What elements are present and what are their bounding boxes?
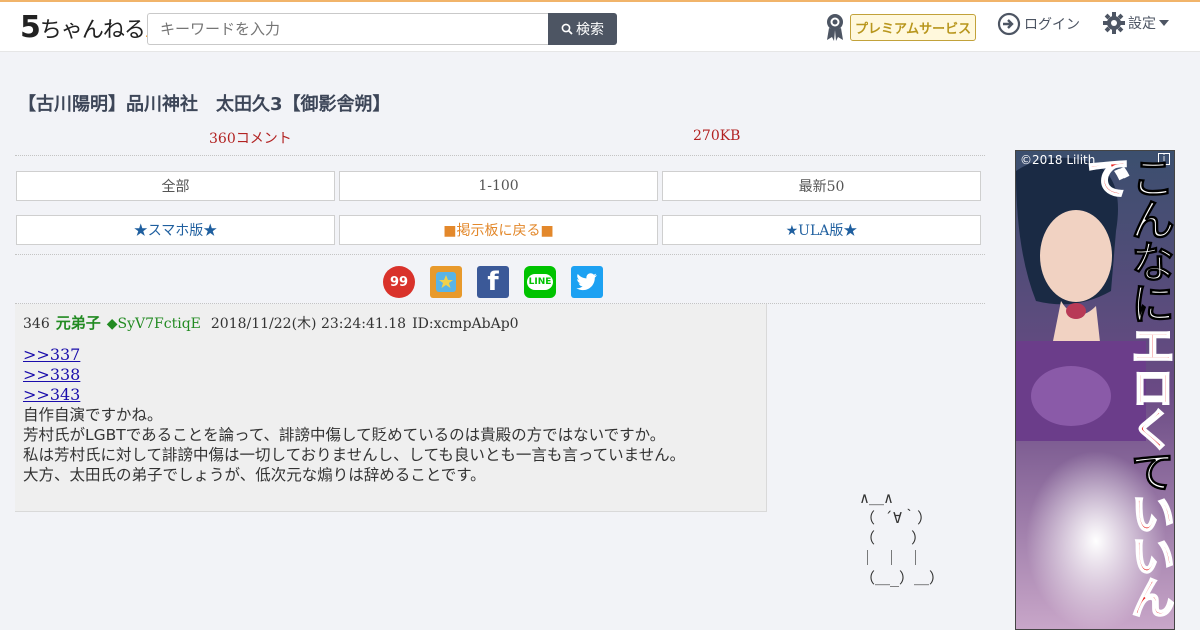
thread-title: 【古川陽明】品川神社 太田久3【御影舎朔】 xyxy=(18,94,391,115)
search-icon xyxy=(561,23,573,35)
settings-label: 設定 xyxy=(1128,16,1156,32)
bird-icon xyxy=(576,273,597,291)
premium-label: プレミアムサービス xyxy=(850,13,977,41)
ula-version-button[interactable]: ★ULA版★ xyxy=(662,215,981,245)
comment-count: 360コメント xyxy=(209,131,292,147)
post-id[interactable]: ID:xcmpAbAp0 xyxy=(412,316,519,332)
divider xyxy=(15,254,985,255)
ad-text: こんな xyxy=(1123,155,1175,282)
post-text-line: 私は芳村氏に対して誹謗中傷は一切しておりませんし、しても良いとも一言も言っていま… xyxy=(23,446,686,464)
post-number[interactable]: 346 xyxy=(23,316,50,332)
all-posts-button[interactable]: 全部 xyxy=(16,171,335,201)
thread-size: 270KB xyxy=(693,128,741,144)
post-header: 346 元弟子 ◆SyV7FctiqE 2018/11/22(木) 23:24:… xyxy=(23,312,758,333)
post-text-line: 芳村氏がLGBTであることを論って、誹謗中傷して貶めているのは貴殿の方ではないで… xyxy=(23,426,666,444)
search-button[interactable]: 検索 xyxy=(548,13,617,45)
share-bar: 99 f LINE xyxy=(383,266,603,298)
posts-1-100-button[interactable]: 1-100 xyxy=(339,171,658,201)
back-to-board-button[interactable]: ■掲示板に戻る■ xyxy=(339,215,658,245)
login-icon xyxy=(997,12,1021,36)
twitter-icon[interactable] xyxy=(571,266,603,298)
gear-icon xyxy=(1103,12,1125,34)
post-text-line: 自作自演ですかね。 xyxy=(23,406,163,424)
caret-down-icon xyxy=(1159,20,1169,26)
ad-text: て xyxy=(1123,449,1175,492)
bookmark-icon[interactable] xyxy=(430,266,462,298)
top-navbar: 5ちゃんねる. 検索 プレミアムサービス ログイン 設定 xyxy=(0,0,1200,52)
range-nav: 全部 1-100 最新50 xyxy=(16,171,982,201)
latest-50-button[interactable]: 最新50 xyxy=(662,171,981,201)
line-icon[interactable]: LINE xyxy=(524,266,556,298)
facebook-icon[interactable]: f xyxy=(477,266,509,298)
premium-service[interactable]: プレミアムサービス xyxy=(824,12,977,42)
facebook-icon-text: f xyxy=(487,267,499,297)
version-nav: ★スマホ版★ ■掲示板に戻る■ ★ULA版★ xyxy=(16,215,982,245)
login-button[interactable]: ログイン xyxy=(997,12,1080,36)
award-icon xyxy=(827,14,843,41)
5ch-icon[interactable]: 99 xyxy=(383,266,415,298)
star-icon xyxy=(436,272,456,292)
reply-link[interactable]: >>338 xyxy=(23,365,758,385)
site-logo[interactable]: 5ちゃんねる. xyxy=(20,10,149,45)
post-text-line: 大方、太田氏の弟子でしょうが、低次元な煽りは辞めることです。 xyxy=(23,466,486,484)
post-body: >>337 >>338 >>343 自作自演ですかね。 芳村氏がLGBTであるこ… xyxy=(23,345,758,485)
login-label: ログイン xyxy=(1024,17,1080,33)
post-trip: ◆SyV7FctiqE xyxy=(106,316,201,332)
reply-link[interactable]: >>343 xyxy=(23,385,758,405)
smartphone-version-button[interactable]: ★スマホ版★ xyxy=(16,215,335,245)
logo-text: ちゃんねる xyxy=(39,18,146,43)
5ch-icon-text: 99 xyxy=(389,274,409,290)
logo-five: 5 xyxy=(20,10,41,45)
search-button-label: 検索 xyxy=(576,22,604,38)
search-input[interactable] xyxy=(147,13,549,45)
ad-text: エロく xyxy=(1122,322,1174,450)
post-date: 2018/11/22(木) 23:24:41.18 xyxy=(210,316,407,332)
ad-headline: こんなにエロくていいんで xyxy=(1078,154,1174,629)
line-icon-text: LINE xyxy=(526,274,554,290)
settings-menu[interactable]: 設定 xyxy=(1103,12,1169,34)
post: 346 元弟子 ◆SyV7FctiqE 2018/11/22(木) 23:24:… xyxy=(15,304,767,512)
reply-link[interactable]: >>337 xyxy=(23,345,758,365)
advertisement-banner[interactable]: ©2018 Lilith i こんなにエロくていいんで xyxy=(1015,150,1175,630)
post-author: 元弟子 xyxy=(55,314,101,332)
ad-text: に xyxy=(1123,281,1175,324)
ascii-art-cat: ∧＿∧ （ ´∀｀） （ ） ｜ ｜ ｜ （＿_）＿） xyxy=(860,489,945,587)
thread-meta: 360コメント 270KB xyxy=(15,124,985,156)
